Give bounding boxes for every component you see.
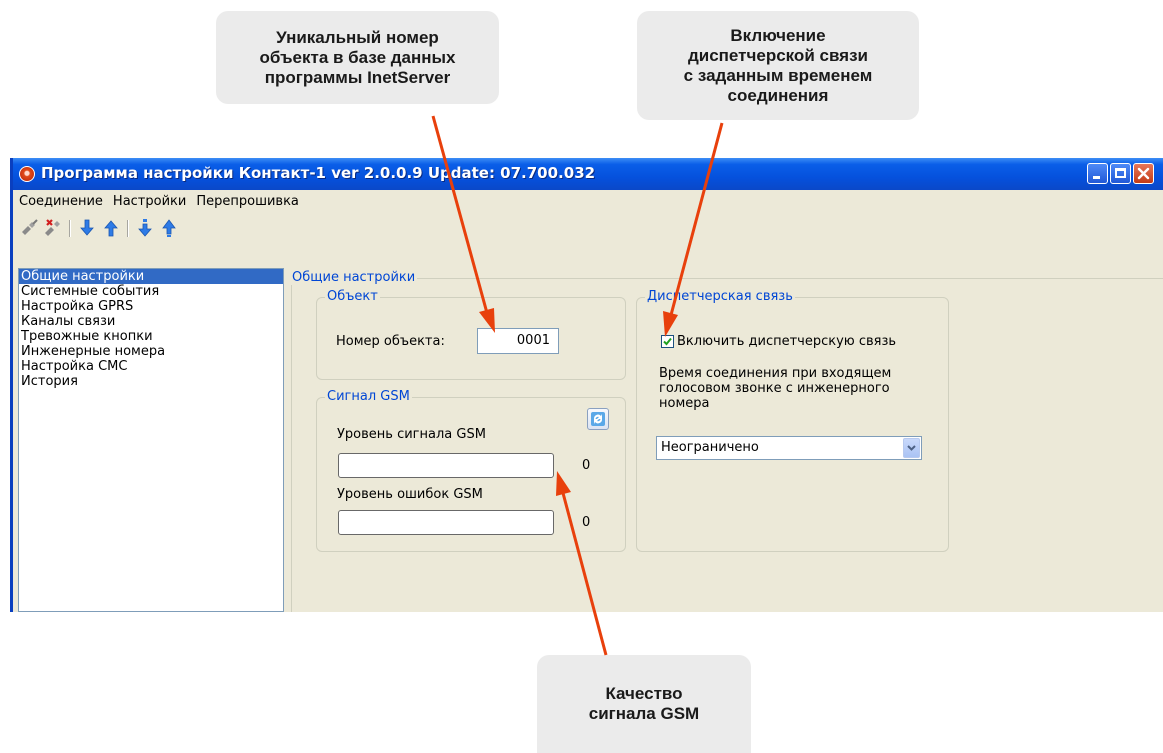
upload-file-icon — [162, 219, 176, 237]
write-button[interactable] — [101, 218, 121, 238]
dispatch-group-title: Диспетчерская связь — [645, 289, 795, 304]
toolbar-separator — [69, 220, 71, 237]
gsm-errors-label: Уровень ошибок GSM — [337, 487, 483, 502]
dispatch-group: Диспетчерская связь Включить диспетчерск… — [636, 289, 949, 552]
gsm-signal-value: 0 — [582, 458, 591, 473]
minimize-icon — [1093, 176, 1100, 179]
tree-item-general[interactable]: Общие настройки — [19, 269, 283, 284]
download-icon — [80, 219, 94, 236]
tree-item-channels[interactable]: Каналы связи — [19, 314, 283, 329]
checkmark-icon — [663, 337, 672, 346]
disconnect-button[interactable] — [43, 218, 63, 238]
object-group-title: Объект — [325, 289, 380, 304]
title-bar[interactable]: Программа настройки Контакт-1 ver 2.0.0.… — [13, 158, 1163, 190]
app-window: Программа настройки Контакт-1 ver 2.0.0.… — [10, 158, 1163, 612]
dispatch-time-value: Неограничено — [661, 440, 759, 455]
callout-gsm-quality: Качество сигнала GSM — [537, 655, 751, 753]
tree-item-history[interactable]: История — [19, 374, 283, 389]
gsm-group-title: Сигнал GSM — [325, 389, 412, 404]
minimize-button[interactable] — [1087, 163, 1108, 184]
toolbar-separator — [127, 220, 129, 237]
menu-bar: Соединение Настройки Перепрошивка — [13, 190, 1163, 212]
tree-item-engineer-numbers[interactable]: Инженерные номера — [19, 344, 283, 359]
menu-connection[interactable]: Соединение — [19, 194, 103, 209]
disconnect-icon — [45, 219, 60, 236]
connect-icon — [22, 219, 38, 235]
gsm-signal-group: Сигнал GSM Уровень сигнала GSM 0 Уровень… — [316, 389, 626, 552]
gsm-signal-label: Уровень сигнала GSM — [337, 427, 486, 442]
tree-item-alarm-buttons[interactable]: Тревожные кнопки — [19, 329, 283, 344]
tree-item-sms[interactable]: Настройка СМС — [19, 359, 283, 374]
app-icon — [19, 166, 35, 182]
settings-tree: Общие настройки Системные события Настро… — [18, 268, 284, 612]
dropdown-button[interactable] — [903, 438, 920, 458]
object-group: Объект Номер объекта: 0001 — [316, 289, 626, 380]
load-file-button[interactable] — [135, 218, 155, 238]
object-number-label: Номер объекта: — [336, 334, 445, 349]
save-file-button[interactable] — [159, 218, 179, 238]
connect-button[interactable] — [19, 218, 39, 238]
close-button[interactable] — [1133, 163, 1154, 184]
callout-object-number: Уникальный номер объекта в базе данных п… — [216, 11, 499, 104]
dispatch-enable-label[interactable]: Включить диспетчерскую связь — [677, 334, 896, 349]
maximize-button[interactable] — [1110, 163, 1131, 184]
dispatch-time-label: Время соединения при входящем голосовом … — [659, 366, 892, 411]
download-file-icon — [138, 219, 152, 237]
window-title: Программа настройки Контакт-1 ver 2.0.0.… — [41, 164, 596, 182]
refresh-gsm-button[interactable] — [587, 408, 609, 430]
refresh-icon — [591, 412, 605, 426]
menu-settings[interactable]: Настройки — [113, 194, 186, 209]
close-icon — [1137, 167, 1150, 180]
upload-icon — [104, 220, 118, 237]
gsm-errors-value: 0 — [582, 515, 591, 530]
dispatch-time-select[interactable]: Неограничено — [656, 436, 922, 460]
tree-item-system-events[interactable]: Системные события — [19, 284, 283, 299]
object-number-input[interactable]: 0001 — [477, 328, 559, 354]
maximize-icon — [1115, 168, 1126, 178]
tree-item-gprs[interactable]: Настройка GPRS — [19, 299, 283, 314]
read-button[interactable] — [77, 218, 97, 238]
general-settings-title: Общие настройки — [290, 270, 418, 285]
dispatch-enable-checkbox[interactable] — [661, 335, 674, 348]
callout-dispatch: Включение диспетчерской связи с заданным… — [637, 11, 919, 120]
gsm-signal-bar — [338, 453, 554, 478]
menu-firmware[interactable]: Перепрошивка — [196, 194, 299, 209]
gsm-errors-bar — [338, 510, 554, 535]
toolbar — [13, 214, 1163, 242]
chevron-down-icon — [907, 445, 916, 451]
